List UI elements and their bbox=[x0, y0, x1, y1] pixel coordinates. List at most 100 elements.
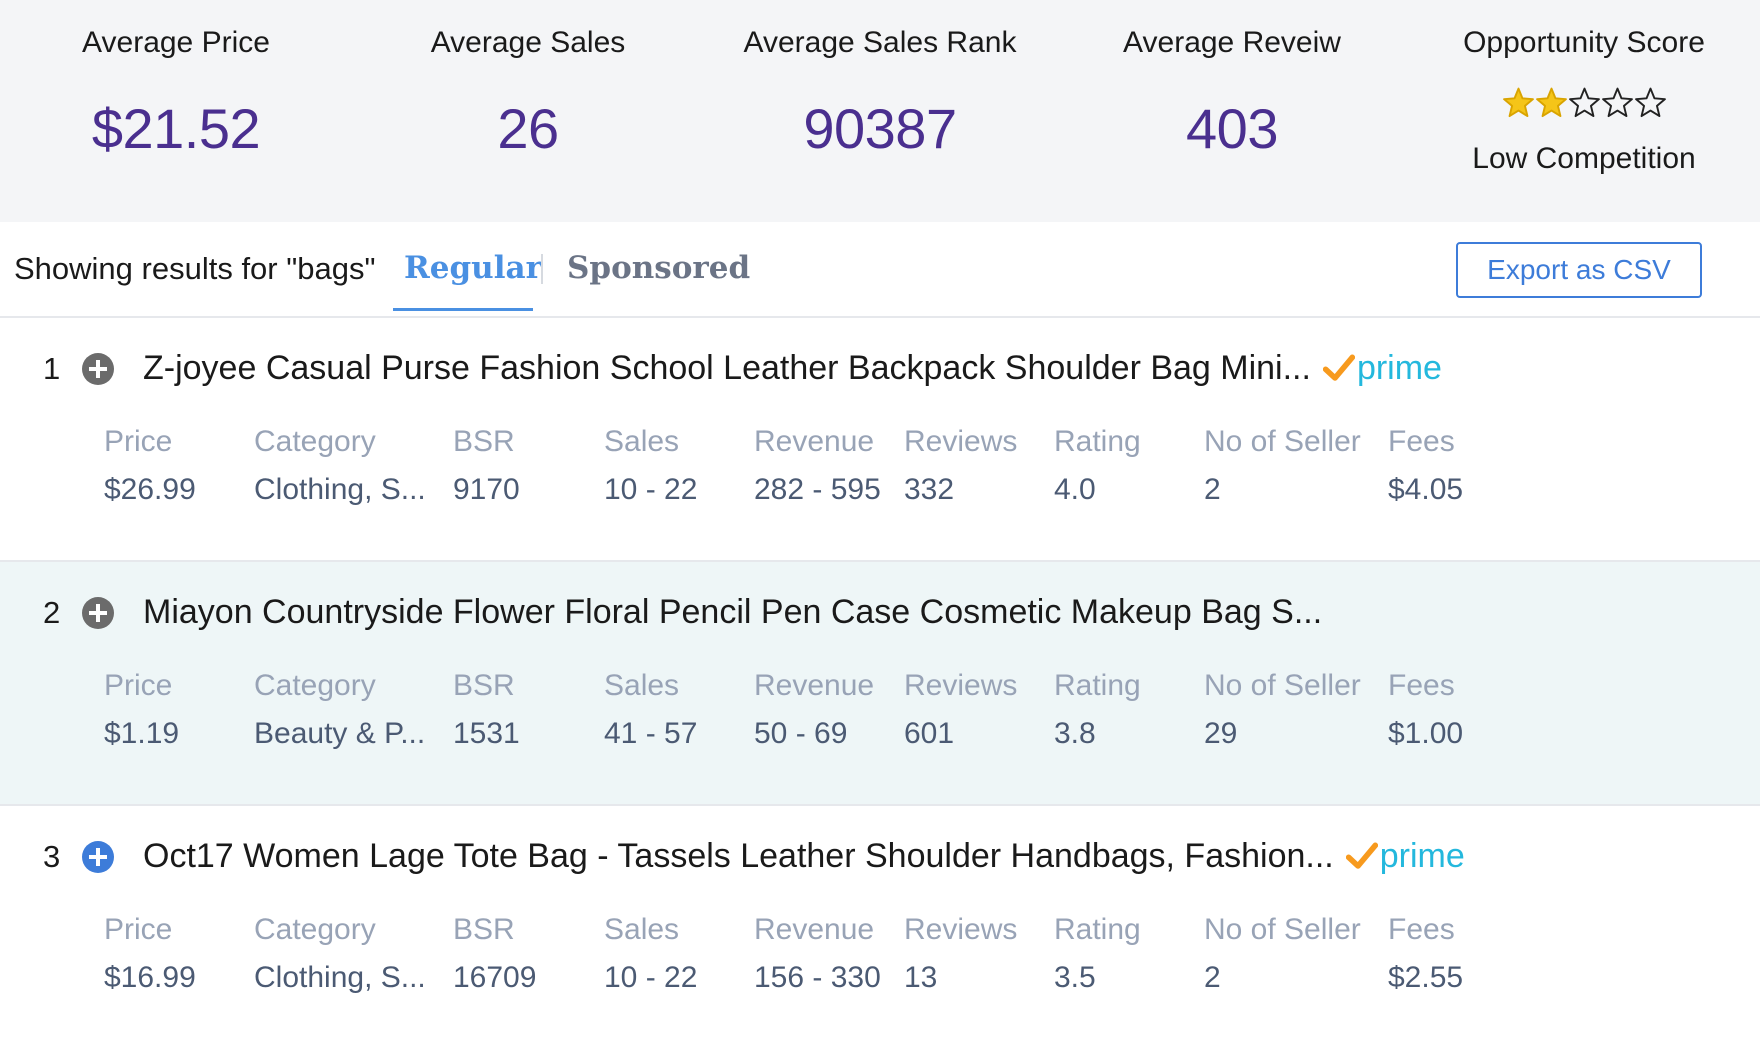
metric-bsr: BSR 1531 bbox=[453, 666, 520, 754]
stat-average-review: Average Reveiw 403 bbox=[1056, 0, 1408, 222]
metric-revenue: Revenue 156 - 330 bbox=[754, 910, 881, 998]
metric-value: 3.8 bbox=[1054, 717, 1096, 750]
metric-value: 41 - 57 bbox=[604, 717, 698, 750]
metric-value: 4.0 bbox=[1054, 473, 1096, 506]
stat-label: Opportunity Score bbox=[1463, 26, 1705, 59]
metric-category: Category Clothing, S... bbox=[254, 422, 426, 510]
metric-value: 156 - 330 bbox=[754, 961, 881, 994]
star-filled-icon bbox=[1502, 87, 1534, 118]
product-title-link[interactable]: Miayon Countryside Flower Floral Pencil … bbox=[143, 588, 1322, 636]
metric-label: Fees bbox=[1388, 913, 1455, 946]
metric-label: BSR bbox=[453, 913, 515, 946]
metric-label: No of Seller bbox=[1204, 913, 1361, 946]
metric-label: Category bbox=[254, 669, 376, 702]
stats-summary: Average Price $21.52 Average Sales 26 Av… bbox=[0, 0, 1760, 222]
metric-label: Reviews bbox=[904, 913, 1018, 946]
metric-value: 2 bbox=[1204, 961, 1221, 994]
plus-circle-icon[interactable] bbox=[82, 841, 114, 873]
metric-fees: Fees $4.05 bbox=[1388, 422, 1463, 510]
metric-label: Category bbox=[254, 425, 376, 458]
metric-reviews: Reviews 13 bbox=[904, 910, 1017, 998]
metric-label: No of Seller bbox=[1204, 425, 1361, 458]
plus-circle-icon[interactable] bbox=[82, 597, 114, 629]
stat-opportunity-score: Opportunity Score Low Competition bbox=[1408, 0, 1760, 222]
metric-reviews: Reviews 601 bbox=[904, 666, 1017, 754]
results-toolbar: Showing results for "bags" Regular Spons… bbox=[0, 222, 1760, 318]
metric-rating: Rating 4.0 bbox=[1054, 422, 1141, 510]
prime-label: prime bbox=[1379, 837, 1465, 875]
tab-regular[interactable]: Regular bbox=[404, 246, 542, 290]
metric-rating: Rating 3.5 bbox=[1054, 910, 1141, 998]
star-empty-icon bbox=[1568, 87, 1600, 118]
metric-sellers: No of Seller 29 bbox=[1204, 666, 1361, 754]
checkmark-icon bbox=[1322, 354, 1355, 381]
product-row[interactable]: 2 Miayon Countryside Flower Floral Pencil… bbox=[0, 562, 1760, 806]
stat-average-sales: Average Sales 26 bbox=[352, 0, 704, 222]
metric-label: Rating bbox=[1054, 669, 1141, 702]
metric-price: Price $1.19 bbox=[104, 666, 179, 754]
product-rank: 1 bbox=[43, 351, 61, 386]
metric-value: 9170 bbox=[453, 473, 520, 506]
metric-value: $4.05 bbox=[1388, 473, 1464, 506]
metric-category: Category Clothing, S... bbox=[254, 910, 426, 998]
metric-label: Reviews bbox=[904, 425, 1018, 458]
stat-average-sales-rank: Average Sales Rank 90387 bbox=[704, 0, 1056, 222]
metric-label: Reviews bbox=[904, 669, 1018, 702]
metric-value: 10 - 22 bbox=[604, 473, 698, 506]
product-title-link[interactable]: Z-joyee Casual Purse Fashion School Leat… bbox=[143, 344, 1311, 392]
stat-value: 90387 bbox=[803, 97, 957, 160]
metric-bsr: BSR 16709 bbox=[453, 910, 536, 998]
plus-circle-icon[interactable] bbox=[82, 353, 114, 385]
product-title-line: Miayon Countryside Flower Floral Pencil … bbox=[143, 588, 1322, 636]
prime-label: prime bbox=[1356, 349, 1442, 387]
metric-label: Fees bbox=[1388, 425, 1455, 458]
metric-fees: Fees $1.00 bbox=[1388, 666, 1463, 754]
metric-value: $2.55 bbox=[1388, 961, 1464, 994]
metric-value: 3.5 bbox=[1054, 961, 1096, 994]
metric-sales: Sales 41 - 57 bbox=[604, 666, 697, 754]
stat-label: Average Price bbox=[82, 26, 270, 59]
metric-value: 2 bbox=[1204, 473, 1221, 506]
tab-divider bbox=[541, 254, 543, 284]
metric-value: 1531 bbox=[453, 717, 520, 750]
stat-value: 403 bbox=[1186, 97, 1278, 160]
metric-category: Category Beauty & P... bbox=[254, 666, 425, 754]
results-query-text: Showing results for "bags" bbox=[14, 251, 376, 286]
stat-label: Average Sales Rank bbox=[743, 26, 1017, 59]
metric-value: 601 bbox=[904, 717, 955, 750]
tab-sponsored[interactable]: Sponsored bbox=[567, 246, 750, 290]
metric-sales: Sales 10 - 22 bbox=[604, 422, 697, 510]
metric-revenue: Revenue 282 - 595 bbox=[754, 422, 881, 510]
metric-value: 282 - 595 bbox=[754, 473, 881, 506]
star-empty-icon bbox=[1601, 87, 1633, 118]
product-row[interactable]: 3 Oct17 Women Lage Tote Bag - Tassels Lea… bbox=[0, 806, 1760, 1040]
metric-label: Fees bbox=[1388, 669, 1455, 702]
metric-rating: Rating 3.8 bbox=[1054, 666, 1141, 754]
metric-value: 29 bbox=[1204, 717, 1238, 750]
metric-price: Price $16.99 bbox=[104, 910, 196, 998]
metric-label: Sales bbox=[604, 425, 680, 458]
metric-label: Price bbox=[104, 425, 173, 458]
metric-label: Rating bbox=[1054, 913, 1141, 946]
stat-average-price: Average Price $21.52 bbox=[0, 0, 352, 222]
product-title-link[interactable]: Oct17 Women Lage Tote Bag - Tassels Leat… bbox=[143, 832, 1334, 880]
stat-value: 26 bbox=[497, 97, 559, 160]
metric-label: Revenue bbox=[754, 425, 875, 458]
star-empty-icon bbox=[1634, 87, 1666, 118]
metric-label: Rating bbox=[1054, 425, 1141, 458]
export-csv-button[interactable]: Export as CSV bbox=[1456, 242, 1702, 298]
metric-label: BSR bbox=[453, 425, 515, 458]
competition-level: Low Competition bbox=[1472, 142, 1696, 175]
metric-label: No of Seller bbox=[1204, 669, 1361, 702]
metric-value: 13 bbox=[904, 961, 938, 994]
star-filled-icon bbox=[1535, 87, 1567, 118]
checkmark-icon bbox=[1345, 842, 1378, 869]
star-rating bbox=[1408, 86, 1760, 120]
metric-value: 10 - 22 bbox=[604, 961, 698, 994]
metric-value: $26.99 bbox=[104, 473, 196, 506]
stat-label: Average Sales bbox=[430, 26, 626, 59]
metric-value: 50 - 69 bbox=[754, 717, 848, 750]
product-row[interactable]: 1 Z-joyee Casual Purse Fashion School Lea… bbox=[0, 318, 1760, 562]
metric-value: 16709 bbox=[453, 961, 537, 994]
metric-label: Price bbox=[104, 913, 173, 946]
